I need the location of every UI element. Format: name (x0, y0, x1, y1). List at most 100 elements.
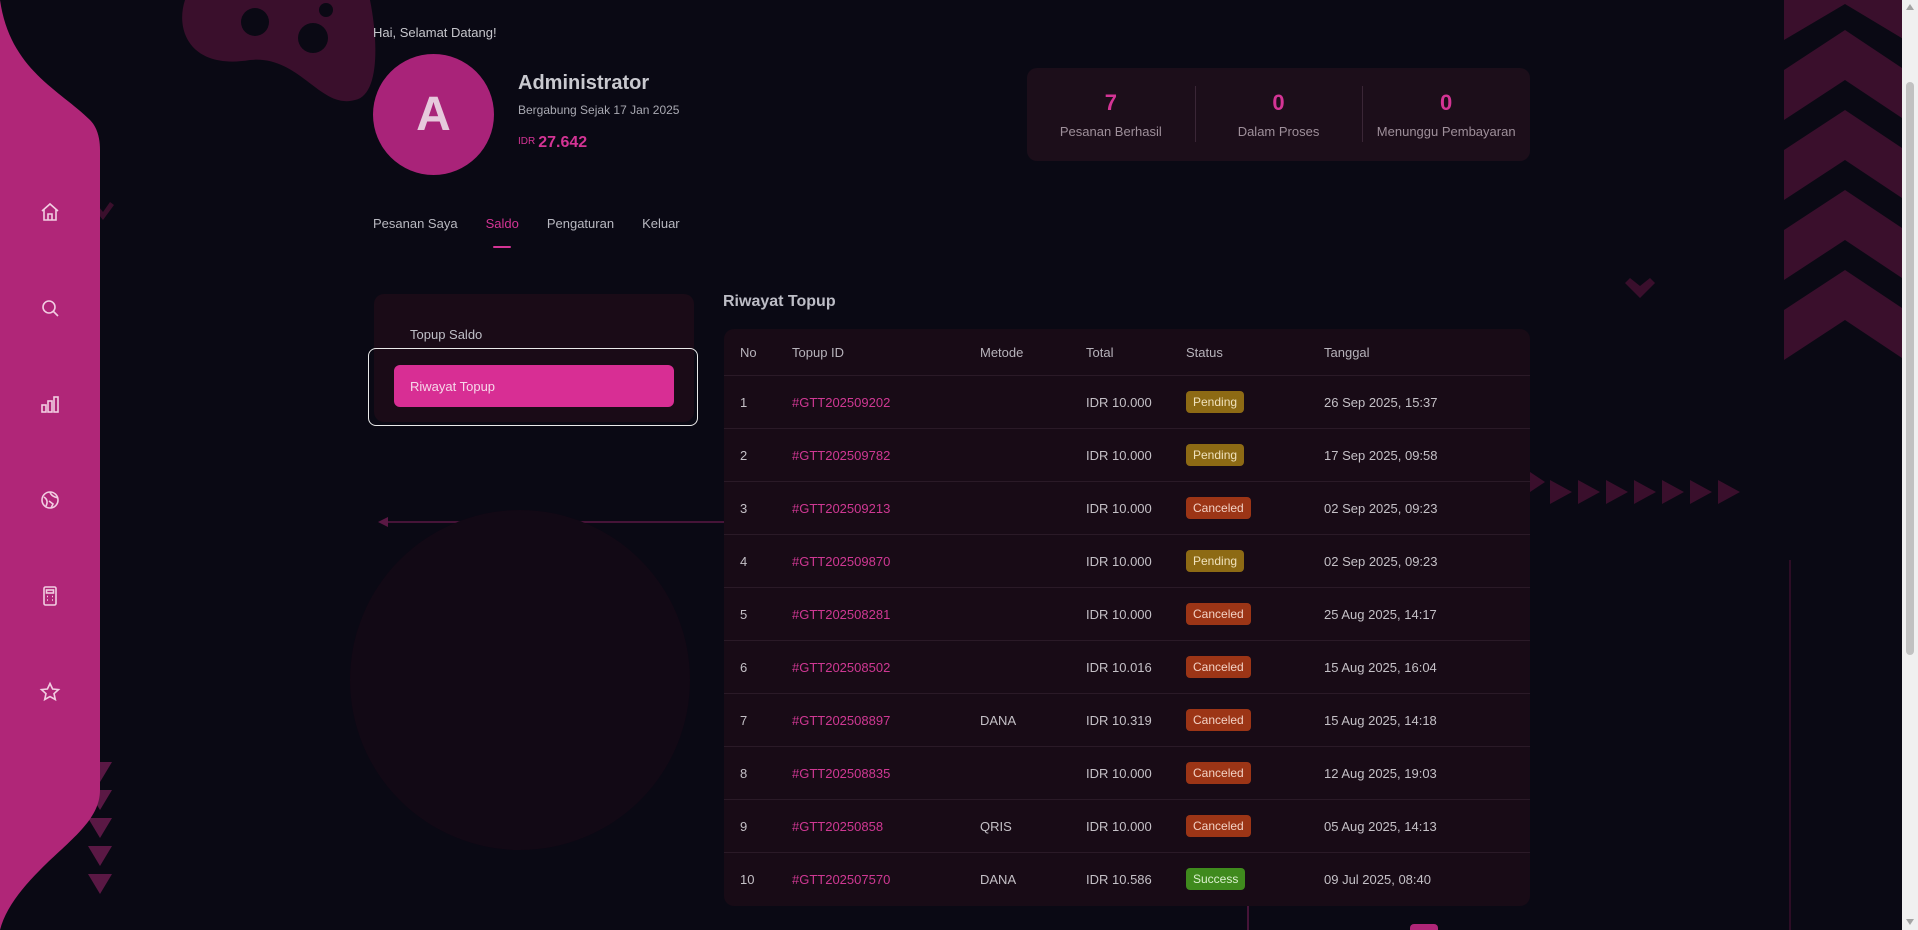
column-header-date: Tanggal (1324, 344, 1370, 360)
row-total: IDR 10.319 (1086, 693, 1186, 747)
row-no: 5 (724, 587, 792, 641)
topup-id-link[interactable]: #GTT202509782 (792, 448, 890, 463)
topup-id-link[interactable]: #GTT20250858 (792, 819, 883, 834)
row-date: 17 Sep 2025, 09:58 (1324, 428, 1530, 482)
stat-in-process: 0 Dalam Proses (1194, 86, 1363, 142)
row-topup-id[interactable]: #GTT202508897 (792, 693, 980, 747)
row-topup-id[interactable]: #GTT20250858 (792, 799, 980, 853)
row-total: IDR 10.016 (1086, 640, 1186, 694)
row-status: Canceled (1186, 693, 1324, 747)
status-badge: Canceled (1186, 656, 1251, 678)
table-row: 9 #GTT20250858 QRIS IDR 10.000 Canceled 05 Au… (724, 799, 1530, 853)
topup-id-link[interactable]: #GTT202509870 (792, 554, 890, 569)
order-stats-card: 7 Pesanan Berhasil 0 Dalam Proses 0 Menu… (1027, 68, 1530, 161)
joined-date: Bergabung Sejak 17 Jan 2025 (518, 103, 680, 117)
balance: IDR 27.642 (518, 134, 587, 152)
row-method (980, 481, 1086, 535)
tab-my-orders[interactable]: Pesanan Saya (373, 216, 458, 231)
row-total: IDR 10.000 (1086, 481, 1186, 535)
row-topup-id[interactable]: #GTT202508835 (792, 746, 980, 800)
tab-logout[interactable]: Keluar (642, 216, 680, 231)
stat-awaiting-payment: 0 Menunggu Pembayaran (1362, 86, 1530, 142)
table-row: 8 #GTT202508835 IDR 10.000 Canceled 12 Aug 2… (724, 746, 1530, 800)
status-badge: Pending (1186, 550, 1245, 572)
topup-id-link[interactable]: #GTT202508502 (792, 660, 890, 675)
calculator-icon[interactable] (36, 582, 64, 610)
row-date: 12 Aug 2025, 19:03 (1324, 746, 1530, 800)
avatar: A (373, 54, 494, 175)
row-total: IDR 10.000 (1086, 799, 1186, 853)
topup-history-table: No Topup ID Metode Total Status Tanggal … (724, 329, 1530, 906)
row-no: 1 (724, 375, 792, 429)
row-method (980, 534, 1086, 588)
row-status: Canceled (1186, 640, 1324, 694)
row-no: 8 (724, 746, 792, 800)
row-date: 02 Sep 2025, 09:23 (1324, 481, 1530, 535)
home-icon[interactable] (36, 198, 64, 226)
table-row: 5 #GTT202508281 IDR 10.000 Canceled 25 Aug 2… (724, 587, 1530, 641)
row-method (980, 746, 1086, 800)
balance-currency: IDR (518, 136, 536, 147)
globe-icon[interactable] (36, 486, 64, 514)
row-method: DANA (980, 693, 1086, 747)
stat-value: 0 (1440, 90, 1453, 115)
scroll-up-arrow-icon[interactable] (1906, 4, 1914, 10)
balance-amount: 27.642 (538, 134, 588, 151)
row-method: QRIS (980, 799, 1086, 853)
row-date: 05 Aug 2025, 14:13 (1324, 799, 1530, 853)
row-topup-id[interactable]: #GTT202508502 (792, 640, 980, 694)
row-status: Pending (1186, 534, 1324, 588)
row-no: 9 (724, 799, 792, 853)
row-method: DANA (980, 852, 1086, 905)
row-topup-id[interactable]: #GTT202507570 (792, 852, 980, 905)
chart-icon[interactable] (36, 390, 64, 418)
row-topup-id[interactable]: #GTT202509213 (792, 481, 980, 535)
row-status: Pending (1186, 375, 1324, 429)
topup-id-link[interactable]: #GTT202509202 (792, 395, 890, 410)
column-header-method: Metode (980, 344, 1024, 360)
row-total: IDR 10.000 (1086, 746, 1186, 800)
topup-id-link[interactable]: #GTT202508897 (792, 713, 890, 728)
star-icon[interactable] (36, 678, 64, 706)
sidebar (0, 0, 100, 930)
row-no: 7 (724, 693, 792, 747)
row-topup-id[interactable]: #GTT202509870 (792, 534, 980, 588)
row-status: Canceled (1186, 587, 1324, 641)
search-icon[interactable] (36, 294, 64, 322)
row-topup-id[interactable]: #GTT202509202 (792, 375, 980, 429)
sidebar-background (0, 0, 100, 930)
menu-topup-balance[interactable]: Topup Saldo (410, 327, 482, 342)
row-topup-id[interactable]: #GTT202508281 (792, 587, 980, 641)
row-method (980, 640, 1086, 694)
row-topup-id[interactable]: #GTT202509782 (792, 428, 980, 482)
row-date: 26 Sep 2025, 15:37 (1324, 375, 1530, 429)
row-status: Success (1186, 852, 1324, 905)
stat-value: 7 (1104, 90, 1117, 115)
column-header-no: No (740, 344, 757, 360)
tab-balance[interactable]: Saldo (486, 216, 519, 231)
topup-id-link[interactable]: #GTT202509213 (792, 501, 890, 516)
row-total: IDR 10.586 (1086, 852, 1186, 905)
row-total: IDR 10.000 (1086, 534, 1186, 588)
scroll-down-arrow-icon[interactable] (1906, 919, 1914, 925)
topup-id-link[interactable]: #GTT202508281 (792, 607, 890, 622)
row-date: 15 Aug 2025, 16:04 (1324, 640, 1530, 694)
row-no: 4 (724, 534, 792, 588)
row-total: IDR 10.000 (1086, 375, 1186, 429)
status-badge: Canceled (1186, 497, 1251, 519)
menu-topup-history[interactable]: Riwayat Topup (394, 365, 674, 407)
user-name: Administrator (518, 72, 650, 94)
scrollbar-thumb[interactable] (1906, 82, 1914, 655)
row-date: 02 Sep 2025, 09:23 (1324, 534, 1530, 588)
topup-id-link[interactable]: #GTT202507570 (792, 872, 890, 887)
row-method (980, 428, 1086, 482)
topup-id-link[interactable]: #GTT202508835 (792, 766, 890, 781)
greeting-text: Hai, Selamat Datang! (373, 25, 497, 40)
page-scrollbar[interactable] (1902, 0, 1918, 930)
table-header-row: No Topup ID Metode Total Status Tanggal (724, 329, 1530, 376)
row-status: Pending (1186, 428, 1324, 482)
tab-settings[interactable]: Pengaturan (547, 216, 614, 231)
table-row: 6 #GTT202508502 IDR 10.016 Canceled 15 Aug 2… (724, 640, 1530, 694)
row-date: 15 Aug 2025, 14:18 (1324, 693, 1530, 747)
table-row: 4 #GTT202509870 IDR 10.000 Pending 02 Sep 20… (724, 534, 1530, 588)
